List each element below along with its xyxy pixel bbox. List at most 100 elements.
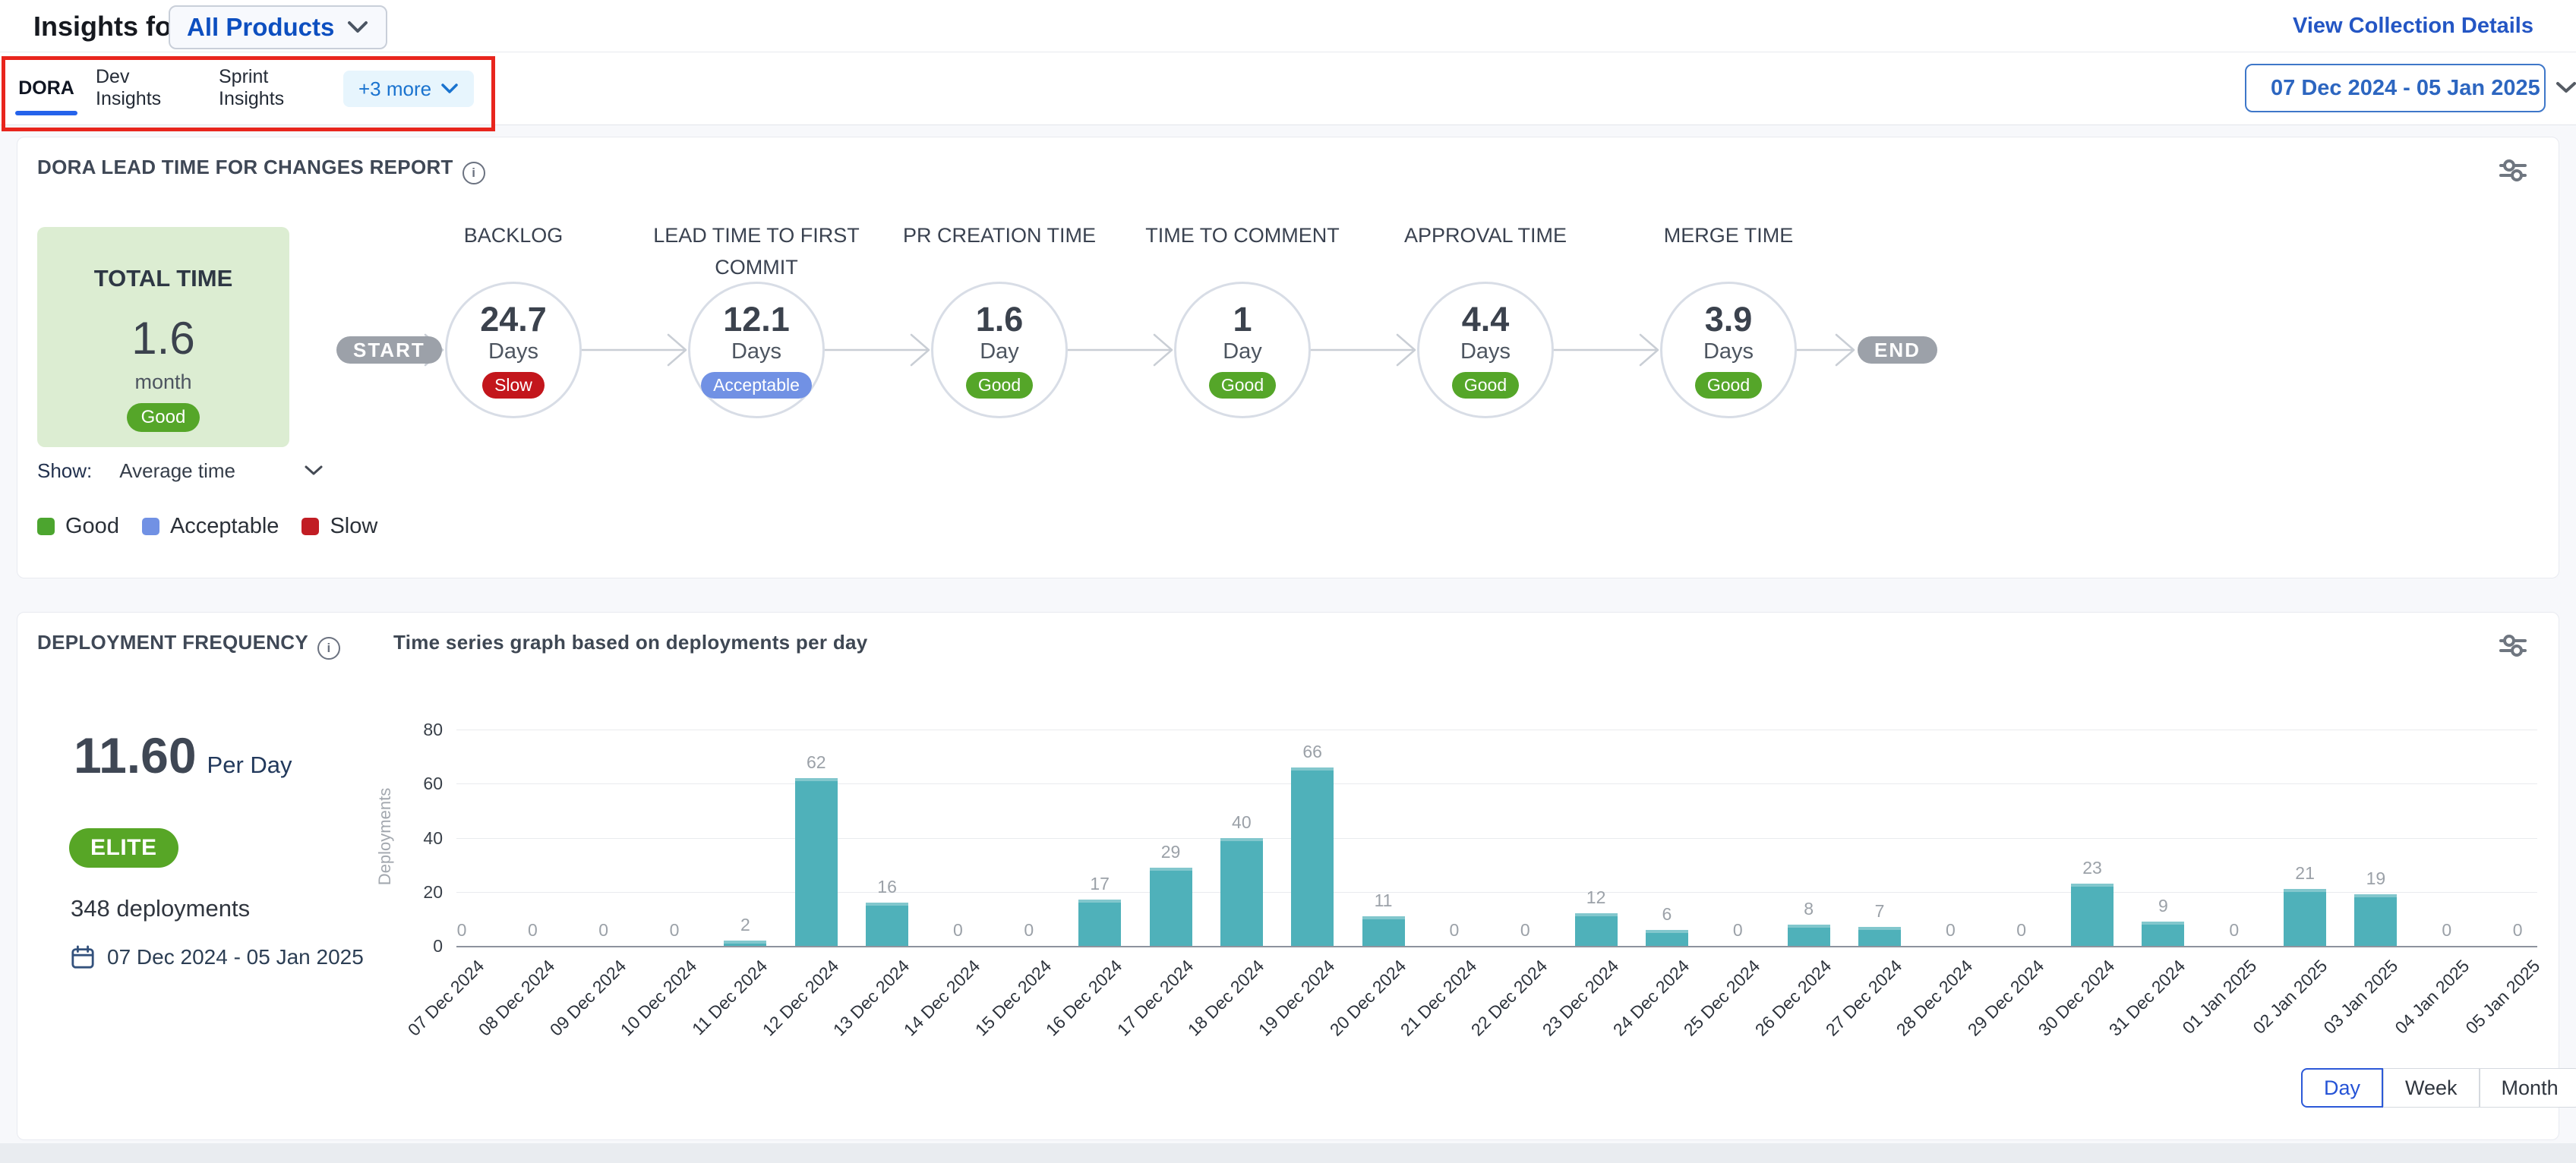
bar-value-label: 40 [1211, 812, 1272, 833]
chevron-down-icon [440, 83, 459, 95]
bar-23-dec-2024[interactable] [1575, 913, 1618, 946]
x-tick-label: 24 Dec 2024 [1561, 956, 1694, 1089]
chevron-down-icon[interactable] [2555, 81, 2576, 95]
view-collection-details-link[interactable]: View Collection Details [2293, 14, 2533, 39]
legend-item-acceptable: Acceptable [142, 514, 279, 539]
bar-18-dec-2024[interactable] [1220, 838, 1263, 947]
bar-value-label: 7 [1849, 901, 1910, 922]
bar-value-label: 0 [2204, 920, 2265, 941]
stage-circle-5: 3.9Days Good [1660, 282, 1797, 418]
grid-line [456, 892, 2537, 893]
info-icon[interactable]: i [462, 162, 485, 184]
y-tick-label: 60 [397, 774, 443, 794]
x-tick-label: 07 Dec 2024 [355, 956, 488, 1089]
bar-13-dec-2024[interactable] [866, 903, 908, 946]
chevron-down-icon [304, 465, 324, 477]
bar-31-dec-2024[interactable] [2142, 922, 2184, 946]
bar-value-label: 0 [431, 920, 492, 941]
stage-unit: Days [1703, 339, 1754, 364]
x-tick-label: 11 Dec 2024 [639, 956, 772, 1089]
bar-value-label: 11 [1353, 890, 1414, 911]
bar-value-label: 16 [857, 877, 917, 897]
bar-16-dec-2024[interactable] [1078, 900, 1121, 946]
x-tick-label: 09 Dec 2024 [497, 956, 630, 1089]
legend-item-good: Good [37, 514, 119, 539]
total-time-panel: TOTAL TIME 1.6 month Good [37, 227, 289, 447]
stage-unit: Days [1460, 339, 1511, 364]
stage-status-badge: Good [1695, 372, 1762, 399]
bar-value-label: 0 [1920, 920, 1981, 941]
granularity-day-button[interactable]: Day [2301, 1068, 2383, 1108]
bar-17-dec-2024[interactable] [1150, 868, 1192, 946]
x-tick-label: 29 Dec 2024 [1915, 956, 2048, 1089]
x-tick-label: 12 Dec 2024 [710, 956, 843, 1089]
flow-start-pill: START [336, 336, 442, 364]
page-title: Insights for [33, 11, 182, 43]
tab-sprint-insights[interactable]: Sprint Insights [219, 52, 325, 124]
grid-line [456, 783, 2537, 784]
product-selector-dropdown[interactable]: All Products [169, 5, 387, 49]
bar-20-dec-2024[interactable] [1362, 916, 1405, 946]
stage-label-5: MERGE TIME [1615, 219, 1842, 251]
bar-24-dec-2024[interactable] [1646, 930, 1688, 946]
bar-11-dec-2024[interactable] [724, 941, 766, 946]
bar-value-label: 0 [999, 920, 1059, 941]
bar-value-label: 17 [1069, 874, 1130, 894]
bar-27-dec-2024[interactable] [1858, 927, 1901, 946]
stage-label-2: PR CREATION TIME [886, 219, 1113, 251]
bar-30-dec-2024[interactable] [2071, 884, 2114, 946]
stage-label-1: LEAD TIME TO FIRST COMMIT [642, 219, 870, 283]
stage-circle-2: 1.6DayGood [931, 282, 1068, 418]
stage-value: 3.9 [1705, 301, 1753, 338]
y-axis-label: Deployments [375, 788, 395, 885]
bar-value-label: 29 [1141, 842, 1201, 862]
stage-label-4: APPROVAL TIME [1372, 219, 1599, 251]
bar-value-label: 0 [927, 920, 988, 941]
stage-value: 24.7 [480, 301, 547, 338]
bar-03-jan-2025[interactable] [2354, 894, 2397, 946]
bar-26-dec-2024[interactable] [1788, 925, 1830, 947]
bar-02-jan-2025[interactable] [2284, 889, 2326, 946]
bar-value-label: 0 [502, 920, 563, 941]
tab-dev-insights[interactable]: Dev Insights [96, 52, 188, 124]
bar-value-label: 19 [2345, 868, 2406, 889]
granularity-toggle: DayWeekMonth [2301, 1068, 2576, 1108]
x-tick-label: 20 Dec 2024 [1277, 956, 1410, 1089]
product-selector-value: All Products [187, 13, 334, 42]
legend-label: Slow [330, 514, 377, 539]
x-tick-label: 30 Dec 2024 [1986, 956, 2119, 1089]
x-tick-label: 22 Dec 2024 [1419, 956, 1552, 1089]
bar-value-label: 0 [2487, 920, 2548, 941]
deployment-frequency-card: DEPLOYMENT FREQUENCYi Time series graph … [17, 612, 2559, 1140]
x-tick-label: 16 Dec 2024 [994, 956, 1127, 1089]
legend-swatch [142, 518, 159, 535]
x-tick-label: 17 Dec 2024 [1065, 956, 1198, 1089]
bar-value-label: 6 [1637, 904, 1697, 925]
stage-circle-0: 24.7DaysSlow [445, 282, 582, 418]
bar-12-dec-2024[interactable] [795, 778, 838, 946]
filter-sliders-icon[interactable] [2498, 157, 2528, 183]
x-tick-label: 18 Dec 2024 [1135, 956, 1268, 1089]
x-tick-label: 26 Dec 2024 [1703, 956, 1836, 1089]
bar-value-label: 0 [1424, 920, 1485, 941]
bar-value-label: 0 [1991, 920, 2052, 941]
bar-19-dec-2024[interactable] [1291, 767, 1334, 946]
more-tabs-button[interactable]: +3 more [343, 71, 474, 107]
legend-label: Good [65, 514, 119, 539]
bar-value-label: 9 [2132, 896, 2193, 916]
date-range-picker[interactable]: 07 Dec 2024 - 05 Jan 2025 [2245, 64, 2546, 112]
total-time-value: 1.6 [131, 312, 194, 364]
stage-value: 12.1 [723, 301, 790, 338]
bar-value-label: 12 [1566, 887, 1627, 908]
lead-time-card-title: DORA LEAD TIME FOR CHANGES REPORTi [37, 156, 485, 184]
granularity-month-button[interactable]: Month [2480, 1068, 2576, 1108]
grid-line [456, 838, 2537, 839]
x-tick-label: 08 Dec 2024 [427, 956, 560, 1089]
bar-value-label: 0 [1495, 920, 1555, 941]
show-selector[interactable]: Show: Average time [37, 459, 324, 483]
stage-circle-4: 4.4DaysGood [1417, 282, 1554, 418]
x-tick-label: 10 Dec 2024 [568, 956, 701, 1089]
stage-unit: Days [731, 339, 781, 364]
x-tick-label: 01 Jan 2025 [2128, 956, 2261, 1089]
granularity-week-button[interactable]: Week [2383, 1068, 2480, 1108]
